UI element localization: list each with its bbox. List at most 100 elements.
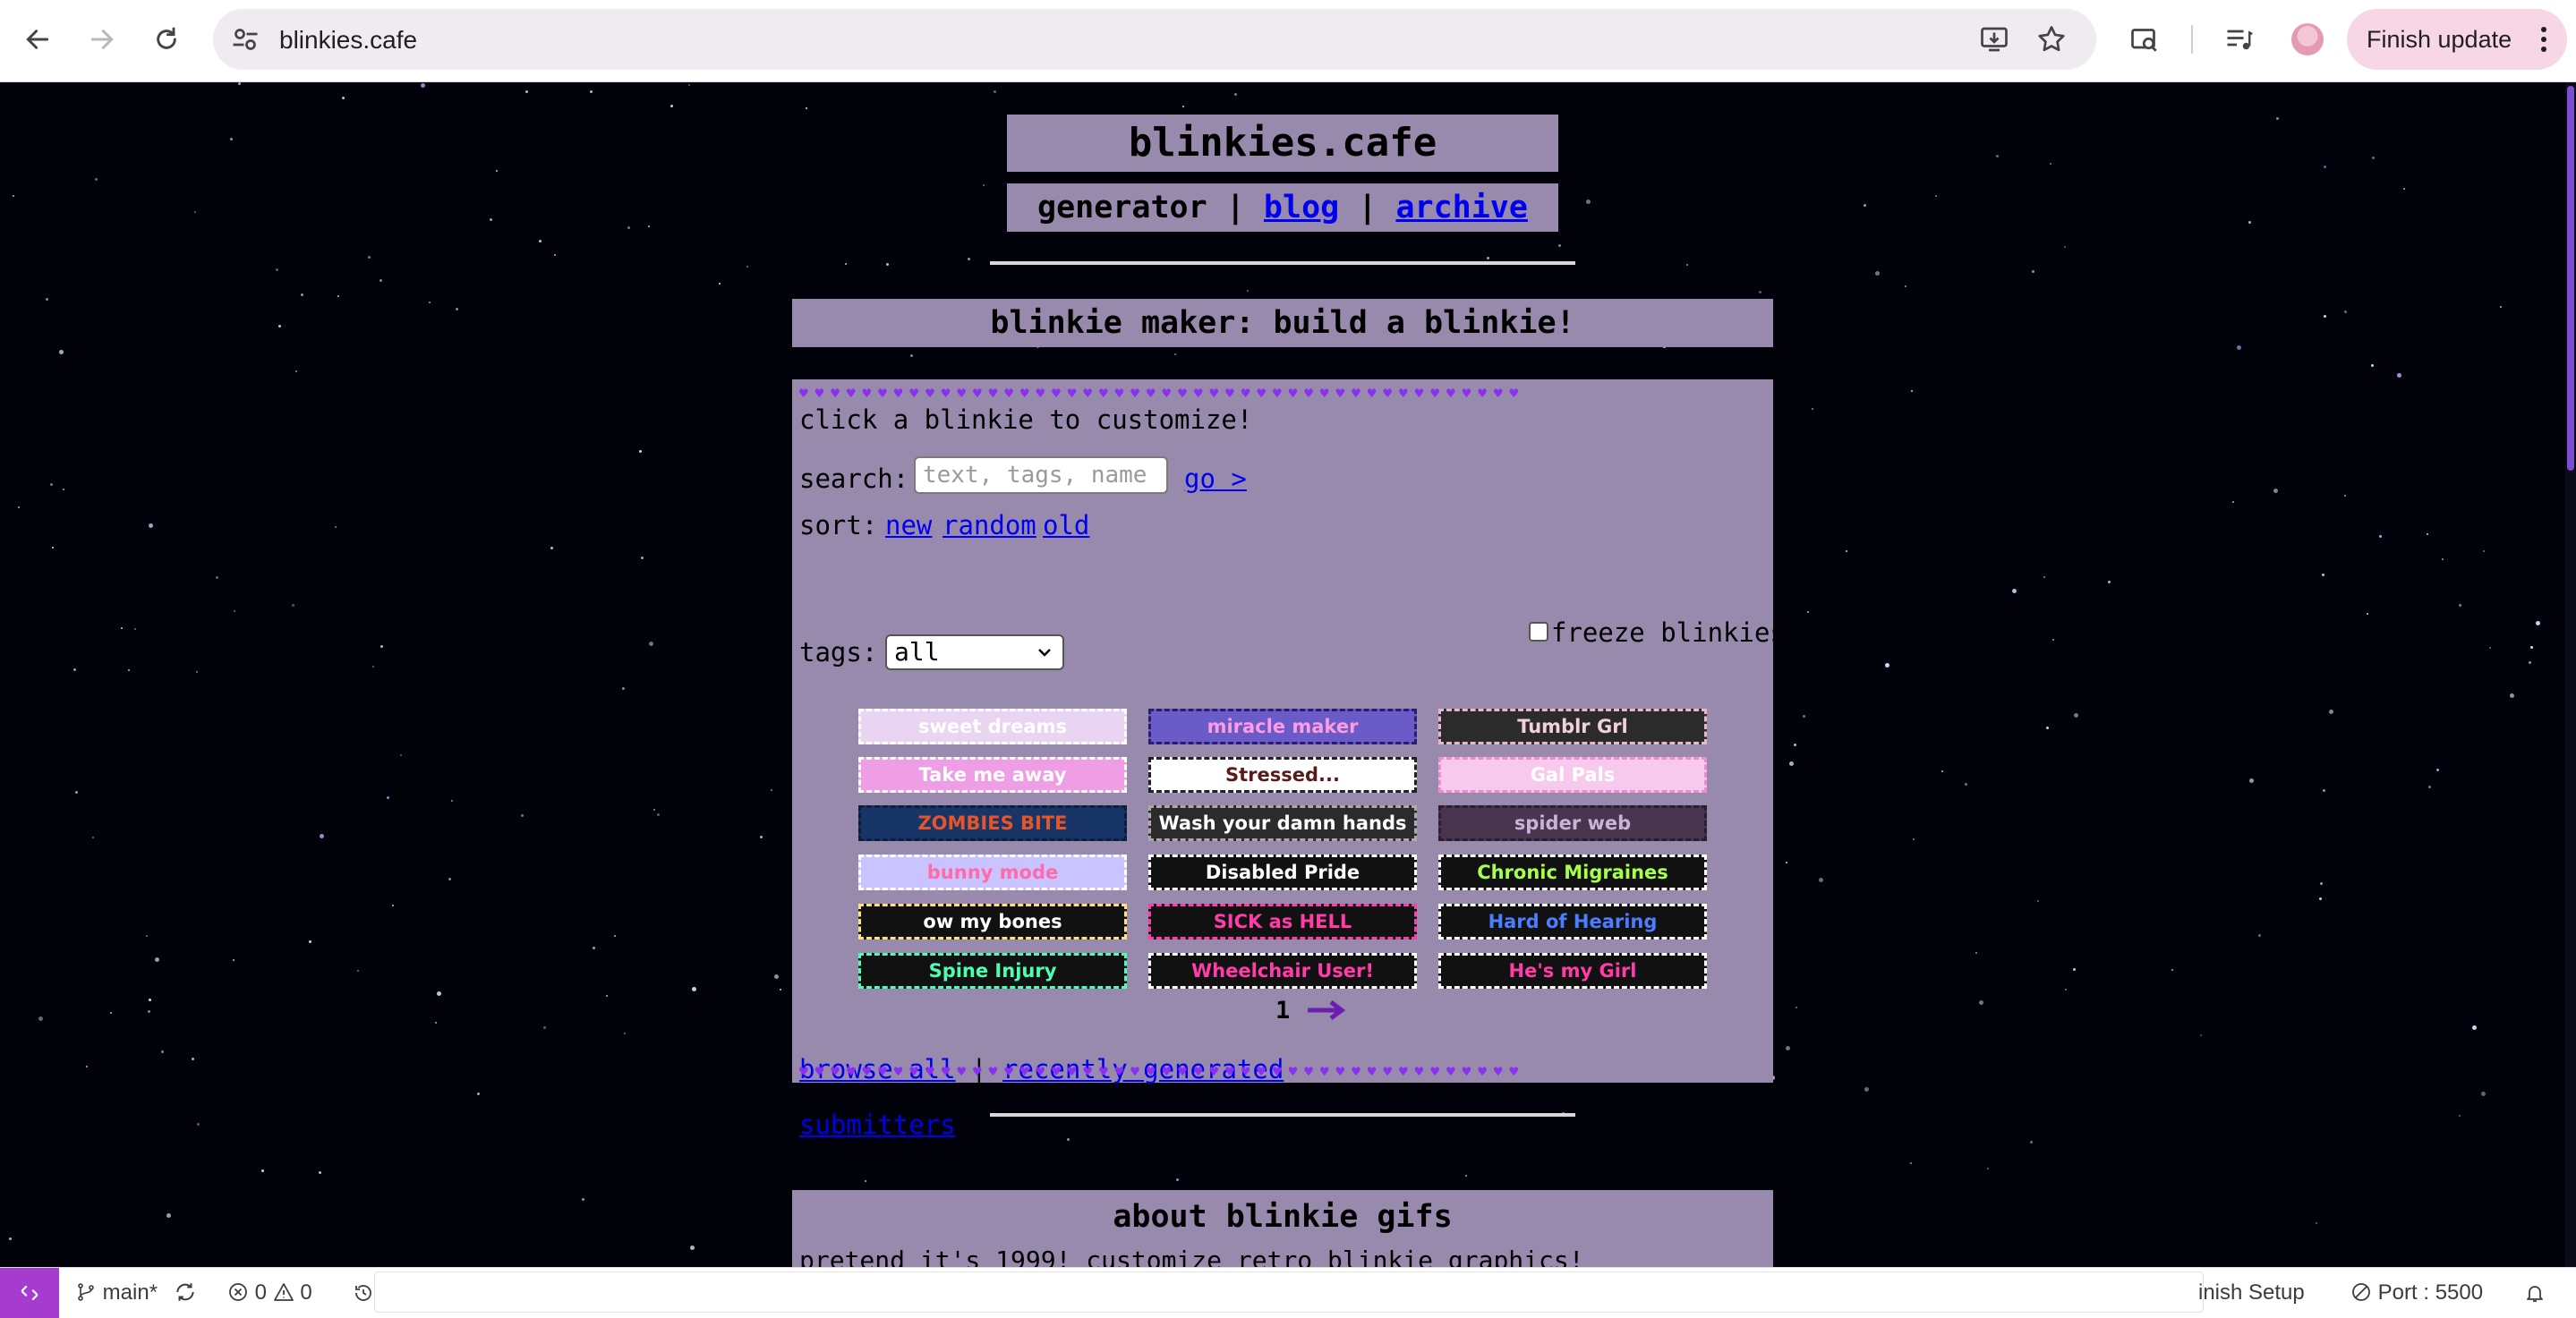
history-icon[interactable] — [353, 1282, 374, 1304]
star — [197, 1123, 200, 1126]
star — [1174, 353, 1176, 355]
star — [1987, 1168, 1989, 1169]
star — [2323, 789, 2325, 792]
star — [774, 974, 779, 979]
star — [688, 84, 690, 86]
notifications-bell-icon[interactable] — [2524, 1282, 2546, 1304]
star — [539, 240, 542, 242]
live-server-port[interactable]: Port : 5500 — [2350, 1280, 2483, 1305]
blinkie-tile[interactable]: Tumblr Grl — [1438, 709, 1707, 744]
install-app-icon[interactable] — [1978, 23, 2010, 55]
blinkie-tile[interactable]: Stressed... — [1148, 757, 1417, 793]
star — [1905, 285, 1906, 287]
star — [2108, 581, 2111, 583]
freeze-blinkies-checkbox[interactable] — [1529, 622, 1548, 642]
blinkie-text: Chronic Migraines — [1477, 862, 1668, 883]
reload-button[interactable] — [145, 18, 188, 61]
nav-archive-link[interactable]: archive — [1395, 190, 1528, 225]
sort-old-link[interactable]: old — [1043, 510, 1089, 540]
heart-border-bottom: ♥♥♥♥♥♥♥♥♥♥♥♥♥♥♥♥♥♥♥♥♥♥♥♥♥♥♥♥♥♥♥♥♥♥♥♥♥♥♥♥… — [799, 1065, 1526, 1079]
blinkie-tile[interactable]: SICK as HELL — [1148, 904, 1417, 940]
blinkie-tile[interactable]: Spine Injury — [858, 953, 1127, 989]
star — [372, 666, 374, 668]
more-menu-icon[interactable] — [2540, 27, 2547, 56]
blinkie-tile[interactable]: Chronic Migraines — [1438, 855, 1707, 890]
star — [380, 645, 383, 648]
blinkie-tile[interactable]: miracle maker — [1148, 709, 1417, 744]
site-title-box: blinkies.cafe — [1007, 115, 1558, 172]
sync-icon[interactable] — [174, 1280, 197, 1304]
search-input[interactable] — [914, 456, 1168, 494]
url-text[interactable]: blinkies.cafe — [279, 26, 417, 55]
blinkie-tile[interactable]: Disabled Pride — [1148, 855, 1417, 890]
blinkie-text: Gal Pals — [1530, 764, 1616, 786]
page-viewport: blinkies.cafe generator | blog | archive… — [0, 82, 2565, 1267]
star — [400, 754, 402, 756]
blinkie-text: Wash your damn hands — [1158, 812, 1407, 834]
bookmark-star-icon[interactable] — [2035, 23, 2068, 55]
maker-heading: blinkie maker: build a blinkie! — [990, 305, 1575, 341]
back-button[interactable] — [16, 18, 59, 61]
star — [429, 302, 431, 303]
star — [2459, 604, 2461, 607]
address-bar[interactable]: blinkies.cafe — [213, 9, 2096, 70]
star — [86, 1066, 88, 1067]
git-branch[interactable]: main* — [75, 1280, 158, 1305]
blinkie-tile[interactable]: Hard of Hearing — [1438, 904, 1707, 940]
nav-blog-link[interactable]: blog — [1264, 190, 1339, 225]
star — [2200, 1034, 2202, 1036]
go-link[interactable]: go > — [1184, 463, 1247, 494]
tab-search-icon[interactable] — [2128, 23, 2161, 55]
profile-avatar[interactable] — [2291, 23, 2324, 55]
error-icon — [229, 1283, 247, 1301]
blinkie-tile[interactable]: ow my bones — [858, 904, 1127, 940]
forward-button[interactable] — [81, 18, 124, 61]
star — [2046, 727, 2049, 729]
divider — [990, 1113, 1575, 1117]
star — [2320, 882, 2323, 885]
star — [2322, 574, 2324, 576]
search-label: search: — [799, 463, 909, 494]
star — [886, 263, 889, 266]
blinkie-tile[interactable]: Wheelchair User! — [1148, 953, 1417, 989]
star — [387, 796, 389, 799]
star — [1558, 244, 1561, 247]
submitters-link[interactable]: submitters — [799, 1110, 956, 1140]
star — [865, 1180, 866, 1182]
star — [2249, 778, 2254, 783]
next-page-arrow-icon[interactable] — [1304, 997, 1349, 1024]
blinkie-tile[interactable]: Take me away — [858, 757, 1127, 793]
tags-select[interactable]: all — [885, 634, 1064, 670]
sort-new-link[interactable]: new — [885, 510, 932, 540]
finish-update-button[interactable]: Finish update — [2347, 9, 2567, 70]
star — [1864, 204, 1866, 207]
blinkie-tile[interactable]: sweet dreams — [858, 709, 1127, 744]
remote-indicator[interactable] — [0, 1268, 59, 1318]
star — [456, 308, 458, 310]
star — [337, 295, 339, 297]
star — [2472, 1025, 2477, 1030]
star — [614, 935, 616, 937]
star — [2427, 533, 2428, 535]
blinkie-text: Wheelchair User! — [1191, 960, 1374, 982]
star — [2344, 495, 2346, 497]
blinkie-tile[interactable]: He's my Girl — [1438, 953, 1707, 989]
star — [161, 1050, 164, 1053]
problems-indicator[interactable]: 0 0 — [227, 1280, 312, 1305]
blinkie-tile[interactable]: ZOMBIES BITE — [858, 805, 1127, 841]
port-label: Port : 5500 — [2377, 1280, 2484, 1305]
sort-random-link[interactable]: random — [943, 510, 1036, 540]
star — [648, 225, 650, 227]
star — [2050, 163, 2051, 165]
scrollbar-thumb[interactable] — [2567, 86, 2574, 471]
blinkie-tile[interactable]: Gal Pals — [1438, 757, 1707, 793]
site-settings-icon[interactable] — [229, 23, 261, 55]
blinkie-tile[interactable]: Wash your damn hands — [1148, 805, 1417, 841]
blinkie-tile[interactable]: spider web — [1438, 805, 1707, 841]
star — [1910, 1162, 1912, 1164]
star — [295, 370, 297, 372]
finish-setup-item[interactable]: inish Setup — [2198, 1280, 2305, 1305]
media-controls-icon[interactable] — [2223, 23, 2256, 55]
blinkie-tile[interactable]: bunny mode — [858, 855, 1127, 890]
star — [149, 999, 151, 1001]
